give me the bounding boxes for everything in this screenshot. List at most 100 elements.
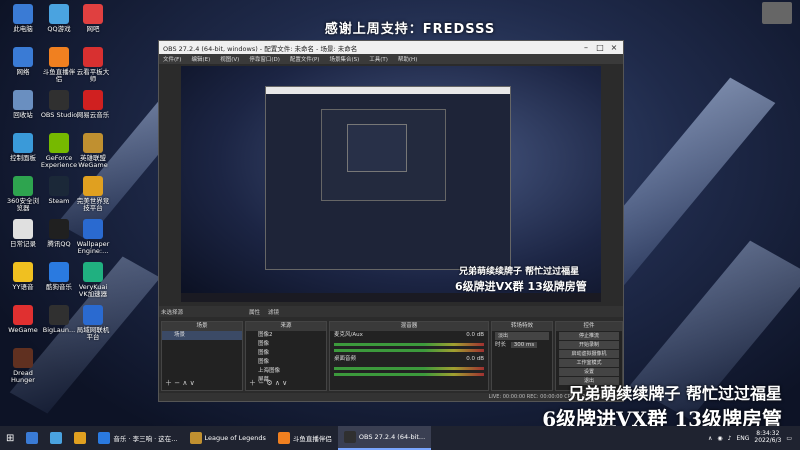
obs-window[interactable]: OBS 27.2.4 (64-bit, windows) - 配置文件: 未命名… xyxy=(158,40,624,402)
desktop-icon[interactable]: 日常记录 xyxy=(4,219,42,248)
obs-title: OBS 27.2.4 (64-bit, windows) - 配置文件: 未命名… xyxy=(163,45,358,53)
menu-item[interactable]: 停靠窗口(D) xyxy=(249,55,280,63)
nested-obs-preview-2 xyxy=(321,109,446,201)
taskbar-item[interactable]: OBS 27.2.4 (64-bit... xyxy=(337,426,432,450)
scene-toolbar[interactable]: ＋ − ∧ ∨ xyxy=(165,378,195,388)
obs-titlebar[interactable]: OBS 27.2.4 (64-bit, windows) - 配置文件: 未命名… xyxy=(159,41,623,54)
desktop-icon[interactable]: 局域网联机平台 xyxy=(74,305,112,341)
desktop-icon[interactable]: 360安全浏览器 xyxy=(4,176,42,212)
close-icon[interactable]: × xyxy=(607,41,621,54)
desktop-icon[interactable]: 云看平板大师 xyxy=(74,47,112,83)
transitions-dock: 转场特效 淡出 时长 300 ms xyxy=(491,321,553,391)
desktop-icon[interactable]: VeryKuai VK加速器 xyxy=(74,262,112,298)
obs-menubar: 文件(F) 编辑(E) 视图(V) 停靠窗口(D) 配置文件(P) 场景集合(S) 工具(T… xyxy=(159,54,623,64)
desktop-icon[interactable]: 网络 xyxy=(4,47,42,76)
taskbar-item[interactable]: League of Legends xyxy=(184,426,272,450)
properties-tab[interactable]: 属性 xyxy=(249,308,260,316)
notification-icon[interactable]: ▭ xyxy=(786,435,792,442)
source-toolbar[interactable]: ＋ − ⚙ ∧ ∨ xyxy=(249,378,287,388)
desktop-icon-label: BigLaun... xyxy=(42,326,76,334)
clock[interactable]: 8:34:32 2022/6/3 xyxy=(754,430,782,445)
recycle-shortcut-icon[interactable] xyxy=(762,2,792,24)
taskbar-item[interactable]: 斗鱼直播伴侣 xyxy=(272,426,338,450)
app-icon xyxy=(277,432,290,444)
maximize-icon[interactable]: □ xyxy=(593,41,607,54)
menu-item[interactable]: 编辑(E) xyxy=(191,55,210,63)
menu-item[interactable]: 场景集合(S) xyxy=(329,55,359,63)
control-button[interactable]: 停止推流 xyxy=(559,332,619,340)
control-button[interactable]: 开始录制 xyxy=(559,341,619,349)
sources-dock: 来源 图像2 图像 图像 图像 上海图像 屏幕 ＋ − ⚙ ∧ ∨ xyxy=(245,321,327,391)
nested-obs-preview-3 xyxy=(347,124,407,172)
desktop-icon-label: 完美世界竞技平台 xyxy=(76,197,110,213)
filters-tab[interactable]: 滤镜 xyxy=(268,308,279,316)
tray-overflow-icon[interactable]: ∧ xyxy=(708,435,712,442)
taskbar-item-label: OBS 27.2.4 (64-bit... xyxy=(358,433,426,441)
desktop-icon[interactable]: 腾讯QQ xyxy=(40,219,78,248)
desktop-icon[interactable]: 回收站 xyxy=(4,90,42,119)
desktop-icon-label: YY语音 xyxy=(12,283,34,291)
language-indicator[interactable]: ENG xyxy=(736,435,749,442)
menu-item[interactable]: 视图(V) xyxy=(220,55,239,63)
desktop-icon[interactable]: 斗鱼直播伴侣 xyxy=(40,47,78,83)
source-item[interactable]: 图像 xyxy=(246,358,326,367)
volume-meter xyxy=(334,343,484,346)
menu-item[interactable]: 帮助(H) xyxy=(398,55,417,63)
mixer-channel: 麦克风/Aux 0.0 dB xyxy=(330,331,488,340)
taskbar-item[interactable] xyxy=(68,426,92,450)
menu-item[interactable]: 配置文件(P) xyxy=(290,55,320,63)
desktop-icon-label: 云看平板大师 xyxy=(76,68,110,84)
transition-select[interactable]: 淡出 xyxy=(495,332,549,340)
start-button[interactable]: ⊞ xyxy=(0,426,20,450)
source-item[interactable]: 图像 xyxy=(246,340,326,349)
desktop-icon[interactable]: 此电脑 xyxy=(4,4,42,33)
desktop-icon[interactable]: OBS Studio xyxy=(40,90,78,119)
network-icon[interactable]: ◉ xyxy=(717,435,722,442)
app-icon xyxy=(49,176,69,196)
volume-icon[interactable]: ♪ xyxy=(728,435,732,442)
app-icon xyxy=(49,4,69,24)
desktop-icon[interactable]: YY语音 xyxy=(4,262,42,291)
taskbar-item[interactable]: 音乐 · 李三响 · 这在... xyxy=(92,426,183,450)
scene-item[interactable]: 场景 xyxy=(162,331,242,340)
desktop-icon[interactable]: 完美世界竞技平台 xyxy=(74,176,112,212)
desktop-icon[interactable]: GeForce Experience xyxy=(40,133,78,169)
source-item[interactable]: 上海图像 xyxy=(246,367,326,376)
app-icon xyxy=(49,262,69,282)
desktop-icon[interactable]: Steam xyxy=(40,176,78,205)
source-item[interactable]: 图像 xyxy=(246,349,326,358)
taskbar-item-label: League of Legends xyxy=(204,434,266,442)
control-button[interactable]: 设置 xyxy=(559,368,619,376)
desktop-icon-label: 酷狗音乐 xyxy=(46,283,72,291)
control-button[interactable]: 工作室模式 xyxy=(559,359,619,367)
desktop-icon[interactable]: QQ游戏 xyxy=(40,4,78,33)
desktop-icon[interactable]: WeGame xyxy=(4,305,42,334)
duration-input[interactable]: 300 ms xyxy=(510,342,538,348)
source-item[interactable]: 图像2 xyxy=(246,331,326,340)
app-icon xyxy=(49,133,69,153)
desktop-icon[interactable]: 英雄联盟 WeGame xyxy=(74,133,112,169)
menu-item[interactable]: 工具(T) xyxy=(369,55,388,63)
preview-caption-line1: 兄弟萌续续牌子 帮忙过过福星 xyxy=(459,267,580,277)
obs-statusbar: LIVE: 00:00:00 REC: 00:00:00 CPU: 1.1%, … xyxy=(159,393,623,401)
desktop-icon[interactable]: 网易云音乐 xyxy=(74,90,112,119)
control-button[interactable]: 启动虚拟摄像机 xyxy=(559,350,619,358)
channel-db: 0.0 dB xyxy=(466,356,484,362)
clock-date: 2022/6/3 xyxy=(754,437,782,444)
desktop-icon[interactable]: 酷狗音乐 xyxy=(40,262,78,291)
app-icon xyxy=(343,431,356,443)
taskbar-item[interactable] xyxy=(20,426,44,450)
obs-preview[interactable]: 兄弟萌续续牌子 帮忙过过福星 6级牌进VX群 13级牌房管 xyxy=(181,66,601,302)
volume-slider[interactable] xyxy=(334,349,484,352)
desktop-icon[interactable]: BigLaun... xyxy=(40,305,78,334)
desktop-icon[interactable]: 控制面板 xyxy=(4,133,42,162)
minimize-icon[interactable]: – xyxy=(579,41,593,54)
desktop-icon[interactable]: Dread Hunger xyxy=(4,348,42,384)
taskbar-item[interactable] xyxy=(44,426,68,450)
menu-item[interactable]: 文件(F) xyxy=(163,55,181,63)
desktop-icon[interactable]: Wallpaper Engine:... xyxy=(74,219,112,255)
desktop-icon[interactable]: 网吧 xyxy=(74,4,112,33)
desktop-icon-label: 360安全浏览器 xyxy=(7,197,39,213)
volume-slider[interactable] xyxy=(334,373,484,376)
preview-caption-line2: 6级牌进VX群 13级牌房管 xyxy=(455,280,587,293)
